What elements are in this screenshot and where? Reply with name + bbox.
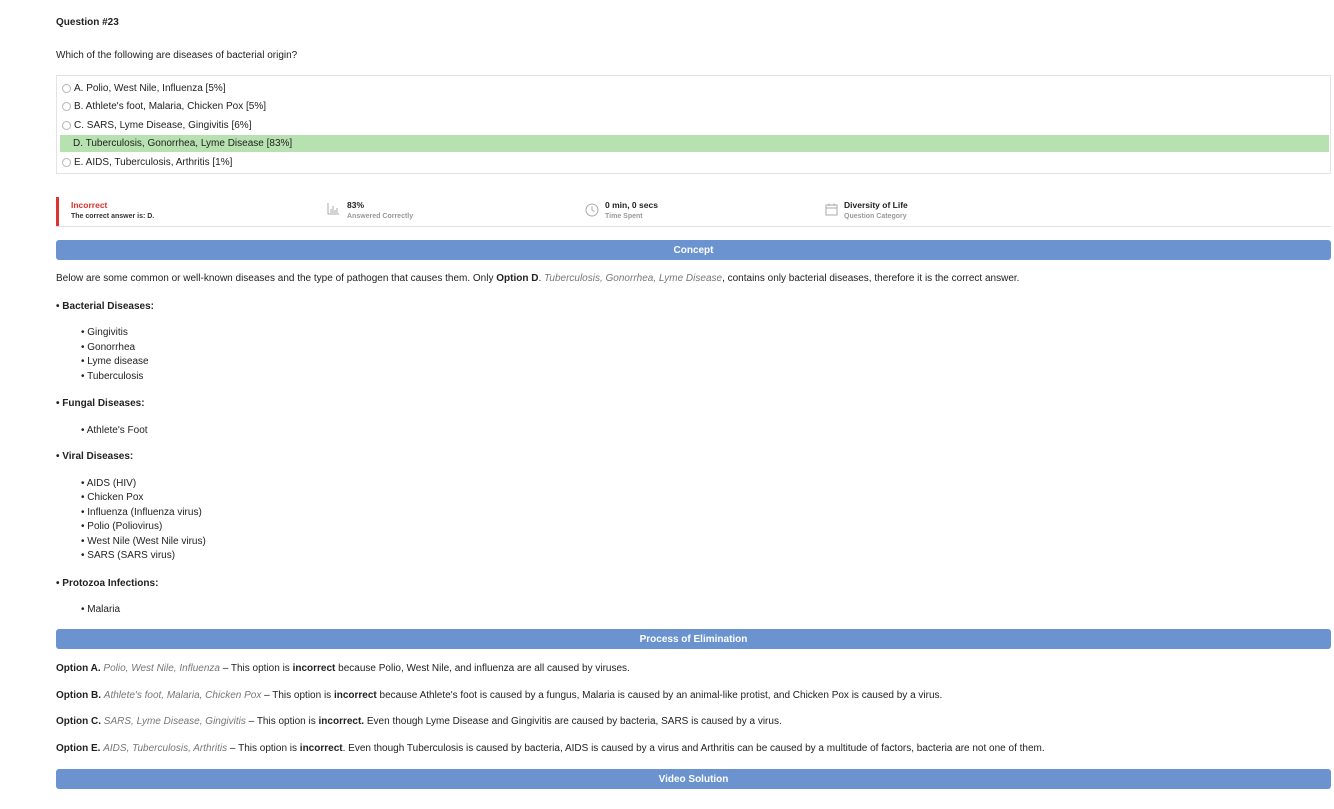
correct-answer-text: The correct answer is: D. [71,213,155,220]
category-stat: Diversity of Life Question Category [844,200,908,220]
intro-text: Below are some common or well-known dise… [56,273,497,284]
explanation-text: – This option is [227,743,300,754]
intro-text: , contains only bacterial diseases, ther… [722,273,1020,284]
explanation-text: Even though Lyme Disease and Gingivitis … [364,716,782,727]
elimination-option-c: Option C. SARS, Lyme Disease, Gingivitis… [56,716,782,727]
option-answers: AIDS, Tuberculosis, Arthritis [103,743,228,754]
question-text: Which of the following are diseases of b… [56,50,298,61]
group-heading: • Protozoa Infections: [56,578,159,589]
elimination-section-header[interactable]: Process of Elimination [56,629,1331,649]
option-d[interactable]: D. Tuberculosis, Gonorrhea, Lyme Disease… [60,135,1329,152]
result-status: Incorrect The correct answer is: D. [71,200,154,220]
category-label: Question Category [844,213,907,220]
list-item: • Gonorrhea [81,342,136,353]
option-label: Option B. [56,690,101,701]
list-item: • Athlete's Foot [81,425,148,436]
incorrect-indicator-bar [56,197,59,226]
calendar-icon [825,203,838,216]
option-e[interactable]: E. AIDS, Tuberculosis, Arthritis [1%] [60,154,1329,171]
answer-options: A. Polio, West Nile, Influenza [5%] B. A… [56,75,1331,174]
explanation-text: – This option is [245,716,319,727]
list-item: • SARS (SARS virus) [81,550,176,561]
option-label: B. Athlete's foot, Malaria, Chicken Pox … [74,101,267,112]
elimination-option-a: Option A. Polio, West Nile, Influenza – … [56,663,630,674]
elimination-option-e: Option E. AIDS, Tuberculosis, Arthritis … [56,743,1045,754]
concept-intro: Below are some common or well-known dise… [56,273,1019,284]
elimination-option-b: Option B. Athlete's foot, Malaria, Chick… [56,690,942,701]
list-item: • AIDS (HIV) [81,478,137,489]
list-item: • Lyme disease [81,356,149,367]
list-item: • Tuberculosis [81,371,144,382]
percent-correct-stat: 83% Answered Correctly [347,200,413,220]
option-answers: Athlete's foot, Malaria, Chicken Pox [103,690,262,701]
intro-italic: Tuberculosis, Gonorrhea, Lyme Disease [544,273,723,284]
option-label: C. SARS, Lyme Disease, Gingivitis [6%] [74,120,252,131]
bar-chart-icon [327,203,339,215]
list-item: • Gingivitis [81,327,128,338]
result-stats: Incorrect The correct answer is: D. 83% … [56,196,1331,227]
time-value: 0 min, 0 secs [605,200,658,210]
concept-section-header[interactable]: Concept [56,240,1331,260]
explanation-text: because Polio, West Nile, and influenza … [335,663,630,674]
explanation-text: because Athlete's foot is caused by a fu… [376,690,943,701]
verdict: incorrect [292,663,336,674]
percent-value: 83% [347,200,365,210]
verdict: incorrect [333,690,377,701]
option-c[interactable]: C. SARS, Lyme Disease, Gingivitis [6%] [60,117,1329,134]
radio-button[interactable] [62,121,71,130]
group-heading: • Viral Diseases: [56,451,134,462]
option-a[interactable]: A. Polio, West Nile, Influenza [5%] [60,80,1329,97]
list-item: • Polio (Poliovirus) [81,521,163,532]
explanation-text: – This option is [261,690,334,701]
list-item: • Malaria [81,604,121,615]
time-spent-stat: 0 min, 0 secs Time Spent [605,200,658,220]
option-label: A. Polio, West Nile, Influenza [5%] [74,83,226,94]
explanation-text: – This option is [219,663,293,674]
list-item: • West Nile (West Nile virus) [81,536,206,547]
option-answers: SARS, Lyme Disease, Gingivitis [103,716,246,727]
status-text: Incorrect [71,200,108,210]
explanation-text: . Even though Tuberculosis is caused by … [342,743,1045,754]
question-number: Question #23 [56,17,119,28]
option-label: E. AIDS, Tuberculosis, Arthritis [1%] [74,157,233,168]
option-b[interactable]: B. Athlete's foot, Malaria, Chicken Pox … [60,98,1329,115]
video-solution-section-header[interactable]: Video Solution [56,769,1331,789]
option-label: Option E. [56,743,101,754]
radio-button[interactable] [62,102,71,111]
list-item: • Chicken Pox [81,492,144,503]
radio-button[interactable] [62,84,71,93]
radio-button[interactable] [62,158,71,167]
group-heading: • Fungal Diseases: [56,398,145,409]
option-label: Option C. [56,716,101,727]
option-answers: Polio, West Nile, Influenza [103,663,220,674]
verdict: incorrect [299,743,343,754]
time-label: Time Spent [605,213,643,220]
category-value: Diversity of Life [844,200,908,210]
verdict: incorrect. [318,716,365,727]
option-label: D. Tuberculosis, Gonorrhea, Lyme Disease… [73,138,293,149]
list-item: • Influenza (Influenza virus) [81,507,202,518]
percent-label: Answered Correctly [347,213,414,220]
option-label: Option A. [56,663,101,674]
clock-icon [585,203,599,217]
group-heading: • Bacterial Diseases: [56,301,155,312]
intro-bold: Option D [496,273,539,284]
